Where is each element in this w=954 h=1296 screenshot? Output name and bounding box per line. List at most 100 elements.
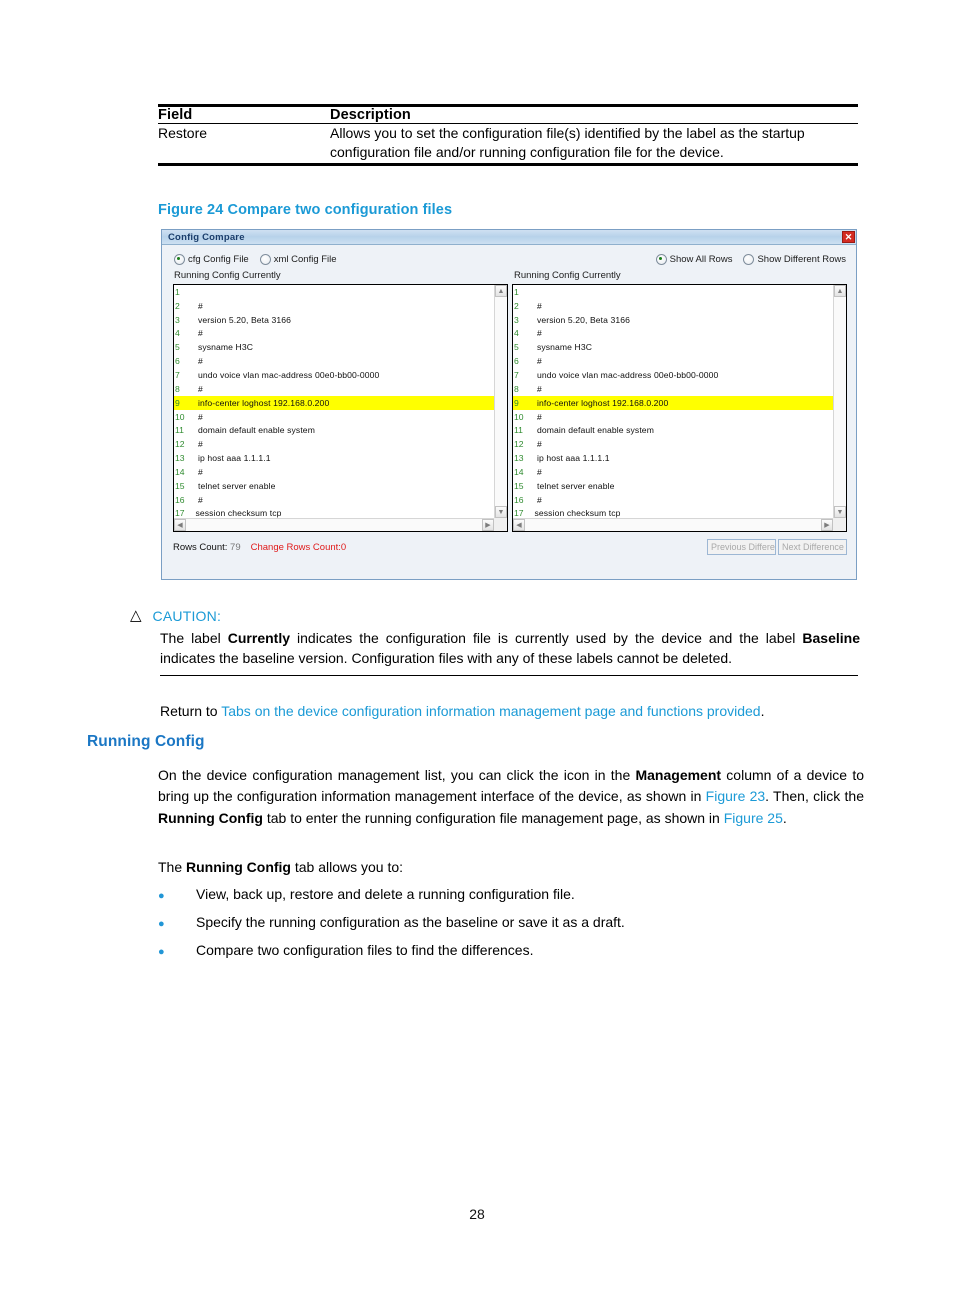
- left-vertical-scrollbar[interactable]: ▲ ▼: [494, 285, 507, 518]
- config-line: 2 #: [174, 299, 494, 313]
- close-icon[interactable]: ✕: [842, 231, 855, 243]
- status-counts: Rows Count: 79 Change Rows Count:0: [173, 542, 346, 553]
- line-number: 16: [514, 494, 524, 505]
- line-number: 17: [175, 508, 185, 518]
- line-number: 16: [175, 494, 185, 505]
- left-config-pane: 12 #3 version 5.20, Beta 3166 4 #5 sysnam…: [173, 284, 508, 532]
- line-number: 7: [175, 369, 180, 380]
- radio-show-different-rows[interactable]: Show Different Rows: [743, 253, 846, 265]
- scroll-track[interactable]: [525, 519, 821, 531]
- scroll-right-icon[interactable]: ▶: [482, 519, 494, 531]
- right-panel-label: Running Config Currently: [514, 270, 621, 281]
- config-line: 11 domain default enable system: [174, 423, 494, 437]
- line-text: sysname H3C: [193, 342, 254, 353]
- list-item-label: Compare two configuration files to find …: [196, 942, 534, 958]
- line-number: 12: [514, 439, 524, 450]
- bullet-icon: ●: [158, 890, 165, 902]
- scroll-track[interactable]: [186, 519, 482, 531]
- config-line: 17 session checksum tcp: [174, 507, 494, 518]
- config-line: 6 #: [174, 354, 494, 368]
- line-text: #: [193, 466, 203, 477]
- radio-xml-config-file[interactable]: xml Config File: [259, 253, 337, 265]
- config-line: 8 #: [513, 382, 833, 396]
- line-number: 2: [175, 300, 180, 311]
- list-item: ● Specify the running configuration as th…: [158, 914, 864, 942]
- line-number: 7: [514, 369, 519, 380]
- scroll-down-icon[interactable]: ▼: [834, 506, 846, 518]
- scroll-left-icon[interactable]: ◀: [174, 519, 186, 531]
- line-text: undo voice vlan mac-address 00e0-bb00-00…: [532, 369, 719, 380]
- line-number: 2: [514, 300, 519, 311]
- radio-show-all-rows[interactable]: Show All Rows: [655, 253, 733, 265]
- rows-count-label: Rows Count:: [173, 541, 228, 553]
- radio-cfg-config-file[interactable]: cfg Config File: [174, 253, 249, 265]
- dialog-body: cfg Config File xml Config File Show All…: [162, 245, 856, 579]
- return-link[interactable]: Tabs on the device configuration informa…: [221, 703, 760, 719]
- line-number: 11: [514, 425, 523, 436]
- right-vertical-scrollbar[interactable]: ▲ ▼: [833, 285, 846, 518]
- left-horizontal-scrollbar[interactable]: ◀ ▶: [174, 518, 494, 531]
- scroll-up-icon[interactable]: ▲: [495, 285, 507, 297]
- para1-d: tab to enter the running configuration f…: [262, 809, 724, 826]
- running-config-paragraph-2: The Running Config tab allows you to:: [158, 859, 864, 875]
- line-text: telnet server enable: [532, 480, 615, 491]
- scroll-left-icon[interactable]: ◀: [513, 519, 525, 531]
- line-text: #: [532, 466, 542, 477]
- right-horizontal-scrollbar[interactable]: ◀ ▶: [513, 518, 833, 531]
- list-item: ● View, back up, restore and delete a run…: [158, 886, 864, 914]
- line-number: 8: [514, 383, 519, 394]
- line-text: session checksum tcp: [193, 508, 282, 518]
- dialog-title: Config Compare: [168, 231, 245, 243]
- config-line: 11 domain default enable system: [513, 423, 833, 437]
- scroll-up-icon[interactable]: ▲: [834, 285, 846, 297]
- link-figure-25[interactable]: Figure 25: [724, 810, 783, 826]
- bottom-rule-right: [330, 163, 858, 167]
- para1-c: . Then, click the: [765, 788, 864, 805]
- line-text: domain default enable system: [193, 425, 315, 436]
- line-text: #: [532, 411, 542, 422]
- caution-text: The label Currently indicates the config…: [160, 629, 860, 669]
- compare-panes: 12 #3 version 5.20, Beta 3166 4 #5 sysnam…: [173, 284, 847, 532]
- dialog-status-row: Rows Count: 79 Change Rows Count:0 Previ…: [173, 537, 847, 557]
- caution-block: △ CAUTION: The label Currently indicates…: [130, 608, 860, 676]
- line-text: session checksum tcp: [532, 508, 621, 518]
- caution-divider: [160, 674, 858, 676]
- line-text: #: [193, 356, 203, 367]
- table-bottom-rule-row: [158, 163, 858, 167]
- return-prefix: Return to: [160, 703, 222, 719]
- return-line: Return to Tabs on the device configurati…: [160, 703, 764, 719]
- scroll-right-icon[interactable]: ▶: [821, 519, 833, 531]
- scroll-down-icon[interactable]: ▼: [495, 506, 507, 518]
- cell-field-restore: Restore: [158, 123, 330, 165]
- config-line: 5 sysname H3C: [174, 340, 494, 354]
- scroll-track[interactable]: [834, 297, 846, 506]
- next-difference-button[interactable]: Next Difference: [778, 539, 847, 555]
- config-line: 1: [174, 285, 494, 299]
- scroll-track[interactable]: [495, 297, 507, 506]
- line-number: 15: [514, 480, 524, 491]
- config-line: 15 telnet server enable: [174, 479, 494, 493]
- config-line: 2 #: [513, 299, 833, 313]
- caution-header: △ CAUTION:: [130, 608, 858, 625]
- para2-b: tab allows you to:: [290, 859, 404, 875]
- line-number: 9: [514, 397, 519, 408]
- para1-bold-running-config: Running Config: [158, 809, 263, 826]
- page-number: 28: [469, 1206, 485, 1222]
- config-line: 9 info-center loghost 192.168.0.200: [513, 395, 833, 410]
- config-line: 10 #: [174, 410, 494, 424]
- line-text: #: [193, 383, 203, 394]
- config-compare-dialog: Config Compare ✕ cfg Config File xml Con…: [161, 229, 857, 580]
- field-description-table: Field Description Restore Allows you to …: [158, 104, 858, 167]
- link-figure-23[interactable]: Figure 23: [706, 788, 766, 804]
- line-number: 17: [514, 508, 524, 518]
- previous-difference-button[interactable]: Previous Difference: [707, 539, 776, 555]
- config-line: 16 #: [513, 493, 833, 507]
- line-text: #: [532, 439, 542, 450]
- config-line: 10 #: [513, 410, 833, 424]
- right-config-text: 12 #3 version 5.20, Beta 3166 4 #5 sysnam…: [513, 285, 833, 518]
- scrollbar-corner: [833, 518, 846, 531]
- radio-label: Show All Rows: [669, 253, 733, 265]
- caution-bold-currently: Currently: [227, 630, 290, 646]
- rows-count-value: 79: [230, 541, 241, 553]
- line-number: 3: [514, 314, 519, 325]
